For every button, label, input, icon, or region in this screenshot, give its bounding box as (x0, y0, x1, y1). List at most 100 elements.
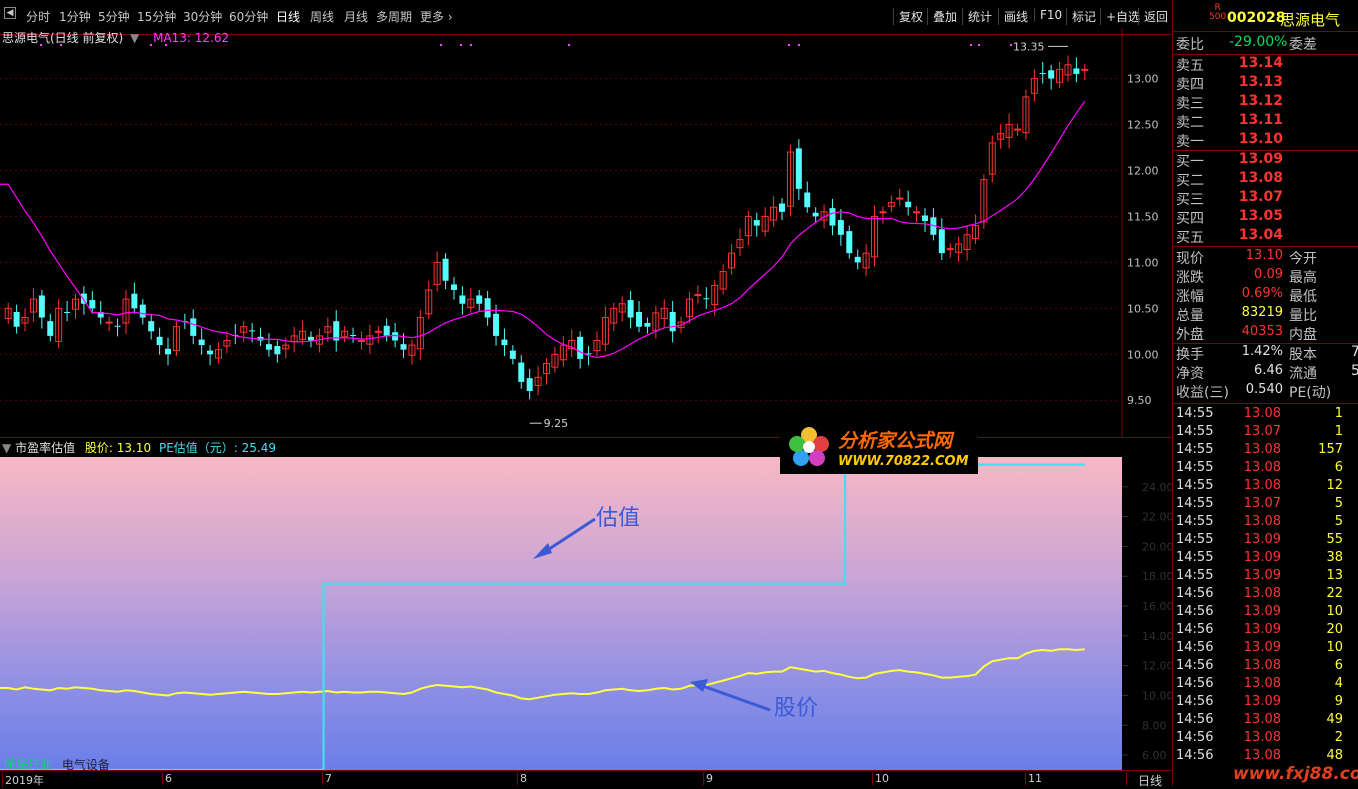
ask-price: 13.12 (1238, 93, 1283, 109)
quote-separator (1173, 403, 1358, 404)
candle-body (198, 339, 205, 346)
period-fenshi[interactable]: 分时 (26, 8, 50, 25)
quote-separator (1173, 246, 1358, 247)
stat-value: 0.09 (1254, 267, 1283, 282)
panel-divider (0, 437, 1172, 438)
event-marker (40, 44, 42, 46)
tick-volume: 10 (1326, 604, 1343, 619)
candle-body (636, 312, 643, 327)
period-multi[interactable]: 多周期 (376, 8, 412, 25)
ask-label: 卖四 (1176, 77, 1204, 93)
tick-volume: 13 (1326, 568, 1343, 583)
annotation-pe: 估值 (596, 506, 641, 531)
tick-price: 13.08 (1243, 676, 1281, 691)
period-more[interactable]: 更多 › (420, 8, 453, 25)
panel-toggle-icon[interactable]: ◀ (4, 7, 16, 19)
tick-volume: 1 (1334, 406, 1343, 421)
period-60min[interactable]: 60分钟 (229, 8, 268, 25)
stat2-value: 0.540 (1245, 382, 1283, 397)
period-weekly[interactable]: 周线 (310, 8, 334, 25)
tick-price: 13.09 (1243, 532, 1281, 547)
ask-row: 卖二 13.11 (1173, 112, 1358, 131)
y-tick-label: 9.50 (1127, 394, 1152, 407)
stat-row: 外盘 40353 内盘 (1173, 324, 1358, 343)
period-5min[interactable]: 5分钟 (98, 8, 130, 25)
tick-volume: 22 (1326, 586, 1343, 601)
period-1min[interactable]: 1分钟 (59, 8, 91, 25)
pe-valuation-chart: 6.008.0010.0012.0014.0016.0018.0020.0022… (0, 463, 1172, 770)
back-button[interactable]: 返回 (1138, 8, 1168, 25)
x-tick-label: 6 (162, 772, 172, 785)
quote-panel: R 500 002028 思源电气 委比 -29.00% 委差 卖五 13.14 卖四… (1172, 0, 1358, 786)
candle-body (905, 201, 912, 208)
tick-price: 13.08 (1243, 658, 1281, 673)
tick-volume: 1 (1334, 424, 1343, 439)
candle-body (459, 295, 466, 304)
candle-body (484, 298, 491, 318)
stat2-value2: 5 (1351, 363, 1358, 379)
period-monthly[interactable]: 月线 (344, 8, 368, 25)
period-tag[interactable]: 日线 (1126, 772, 1173, 788)
draw-button[interactable]: 画线 (998, 8, 1028, 25)
candle-body (274, 346, 281, 355)
stat-label2: 量比 (1289, 308, 1317, 324)
quote-separator (1173, 31, 1358, 32)
tick-time: 14:55 (1176, 460, 1214, 475)
bid-label: 买三 (1176, 192, 1204, 208)
mark-button[interactable]: 标记 (1066, 8, 1096, 25)
stat-row: 涨幅 0.69% 最低 (1173, 286, 1358, 305)
bid-label: 买一 (1176, 154, 1204, 170)
stat2-value2: 7 (1351, 344, 1358, 360)
tick-row: 14:56 13.08 49 (1173, 712, 1358, 730)
candle-body (846, 231, 853, 254)
flower-logo-icon (789, 427, 829, 466)
tick-row: 14:55 13.07 5 (1173, 496, 1358, 514)
min-price-label: 9.25 (544, 417, 569, 430)
price-line (0, 648, 1085, 701)
rank-badge: R 500 (1209, 4, 1226, 22)
ask-row: 卖一 13.10 (1173, 131, 1358, 150)
candle-body (148, 321, 155, 332)
candle-body (493, 313, 500, 336)
tick-volume: 6 (1334, 460, 1343, 475)
tick-row: 14:56 13.08 4 (1173, 676, 1358, 694)
stock-name: 思源电气 (1280, 11, 1341, 29)
period-daily[interactable]: 日线 (276, 8, 300, 25)
stat2-value: 6.46 (1254, 363, 1283, 378)
stats-button[interactable]: 统计 (962, 8, 992, 25)
overlay-button[interactable]: 叠加 (927, 8, 957, 25)
candle-body (357, 339, 365, 342)
tick-row: 14:55 13.09 13 (1173, 568, 1358, 586)
ask-price: 13.10 (1238, 131, 1283, 147)
event-marker (440, 44, 442, 46)
pe-value-label: PE估值（元）: 25.49 (158, 441, 276, 455)
candle-body (442, 258, 449, 281)
bid-price: 13.08 (1238, 170, 1283, 186)
rank-badge-bottom: 500 (1209, 12, 1227, 22)
tick-price: 13.08 (1243, 406, 1281, 421)
period-15min[interactable]: 15分钟 (137, 8, 176, 25)
candle-body (921, 215, 928, 222)
f10-button[interactable]: F10 (1034, 8, 1062, 22)
add-watchlist-button[interactable]: +自选 (1100, 8, 1140, 25)
tick-volume: 5 (1334, 514, 1343, 529)
event-marker (978, 44, 980, 46)
tick-time: 14:55 (1176, 532, 1214, 547)
candle-body (795, 148, 802, 189)
candle-body (156, 336, 163, 346)
candle-body (694, 294, 702, 297)
weibi-value: -29.00% (1229, 34, 1288, 50)
tick-row: 14:55 13.08 157 (1173, 442, 1358, 460)
candle-body (1039, 73, 1046, 75)
fuquan-button[interactable]: 复权 (893, 8, 923, 25)
period-30min[interactable]: 30分钟 (183, 8, 222, 25)
tick-price: 13.08 (1243, 478, 1281, 493)
chevron-down-icon[interactable]: ▼ (2, 441, 11, 455)
event-marker (60, 44, 62, 46)
candle-body (64, 312, 71, 314)
tick-row: 14:55 13.08 5 (1173, 514, 1358, 532)
candle-body (669, 312, 676, 332)
tick-price: 13.08 (1243, 460, 1281, 475)
tick-time: 14:56 (1176, 748, 1214, 763)
candle-body (703, 298, 710, 300)
